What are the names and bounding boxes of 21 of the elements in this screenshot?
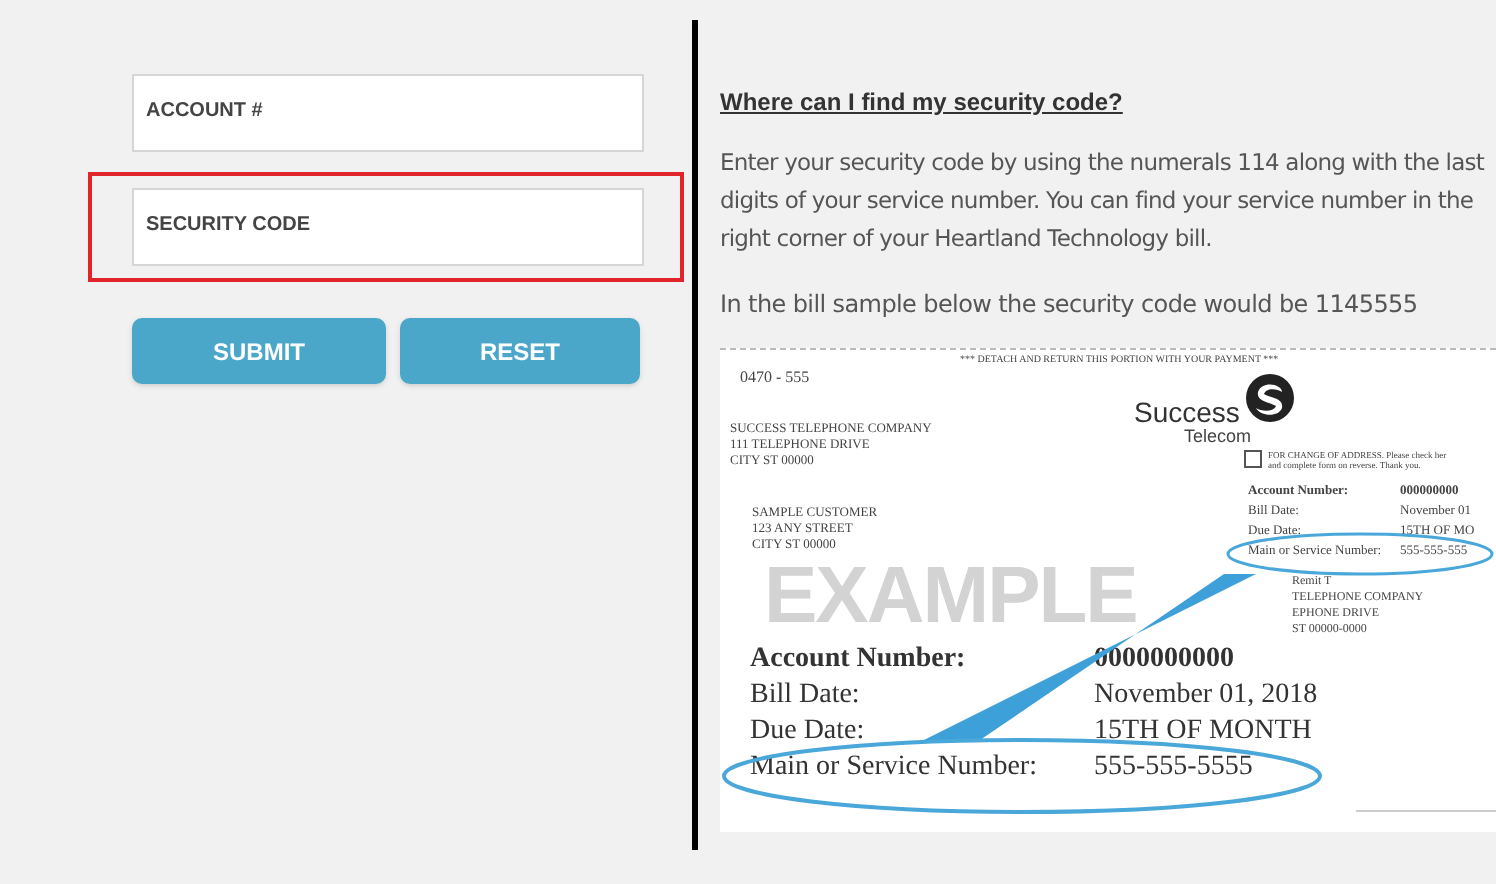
paragraph-line: Enter your security code by using the numerals 114 along with the last — [720, 146, 1487, 180]
input-field[interactable]: SECURITY CODE — [132, 188, 644, 266]
stub-code: 0470 - 555 — [740, 366, 810, 390]
field-label: ACCOUNT # — [146, 100, 263, 122]
address-checkbox[interactable] — [1244, 450, 1262, 468]
logo-icon — [1246, 374, 1294, 422]
detail-value: November 01, 2018 — [1094, 678, 1318, 714]
paragraph-line: right corner of your Heartland Technology bill. — [720, 222, 1214, 256]
paragraph-line: digits of your service number. You can find your service number in the — [720, 184, 1476, 218]
detail-value: 555-555-5555 — [1094, 750, 1253, 786]
logo-subtitle: Telecom — [1184, 428, 1252, 446]
help-heading: Where can I find my security code? — [720, 86, 1125, 120]
detail-label: Bill Date: — [750, 678, 862, 714]
detail-value: 0000000000 — [1094, 642, 1234, 678]
field-label: SECURITY CODE — [146, 214, 311, 236]
input-field[interactable]: ACCOUNT # — [132, 74, 644, 152]
example-note: In the bill sample below the security code would be 1145555 — [720, 288, 1420, 322]
logo-wordmark: Success — [1134, 398, 1240, 426]
detail-label: Due Date: — [750, 714, 867, 750]
detail-value: 15TH OF MONTH — [1094, 714, 1312, 750]
detail-label: Account Number: — [750, 642, 968, 678]
